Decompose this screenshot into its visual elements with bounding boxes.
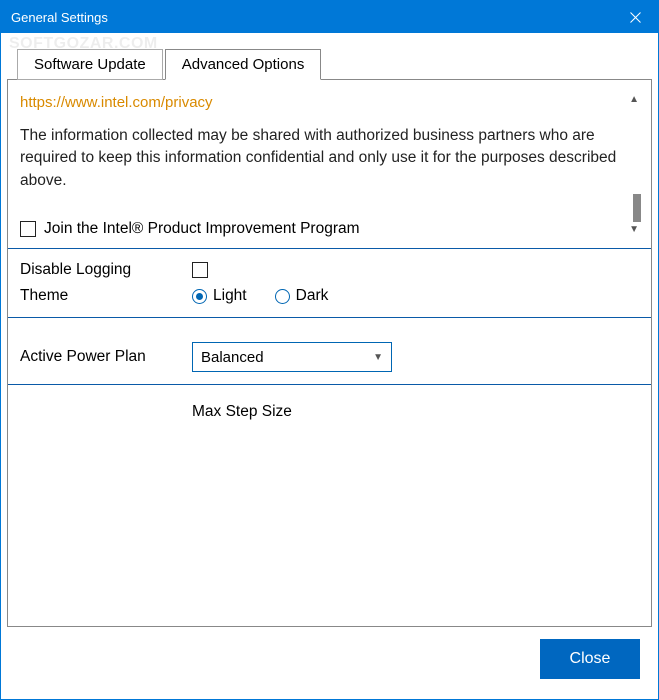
close-icon xyxy=(630,12,641,23)
scroll-thumb[interactable] xyxy=(633,194,641,222)
scrollable-info-area: ▲ ▼ https://www.intel.com/privacy The in… xyxy=(20,94,639,218)
tab-panel-advanced: ▲ ▼ https://www.intel.com/privacy The in… xyxy=(7,79,652,627)
power-plan-value: Balanced xyxy=(201,349,264,366)
window-title: General Settings xyxy=(11,10,108,25)
tab-advanced-options[interactable]: Advanced Options xyxy=(165,49,322,80)
scroll-down-arrow[interactable]: ▼ xyxy=(629,224,639,235)
theme-light-radio[interactable] xyxy=(192,289,207,304)
theme-light-option[interactable]: Light xyxy=(192,287,247,305)
disable-logging-label: Disable Logging xyxy=(20,261,192,279)
scroll-up-arrow[interactable]: ▲ xyxy=(629,94,639,105)
tab-container: Software Update Advanced Options ▲ ▼ htt… xyxy=(7,49,652,627)
theme-radio-group: Light Dark xyxy=(192,287,328,305)
titlebar: General Settings xyxy=(1,1,658,33)
section-divider xyxy=(8,317,651,318)
theme-dark-option[interactable]: Dark xyxy=(275,287,329,305)
join-program-checkbox[interactable] xyxy=(20,221,36,237)
join-program-row: Join the Intel® Product Improvement Prog… xyxy=(20,218,639,240)
power-plan-label: Active Power Plan xyxy=(20,348,192,366)
max-step-size-label: Max Step Size xyxy=(192,403,639,421)
disable-logging-row: Disable Logging xyxy=(20,257,639,283)
footer: Close xyxy=(7,627,652,691)
power-plan-dropdown[interactable]: Balanced ▼ xyxy=(192,342,392,372)
chevron-down-icon: ▼ xyxy=(373,352,383,363)
section-divider xyxy=(8,248,651,249)
window-close-button[interactable] xyxy=(612,1,658,33)
privacy-link[interactable]: https://www.intel.com/privacy xyxy=(20,94,213,111)
tabs-row: Software Update Advanced Options xyxy=(17,49,652,80)
theme-label: Theme xyxy=(20,287,192,305)
theme-row: Theme Light Dark xyxy=(20,283,639,309)
settings-window: General Settings SOFTGOZAR.COM Software … xyxy=(0,0,659,700)
join-program-label: Join the Intel® Product Improvement Prog… xyxy=(44,220,360,238)
tab-software-update[interactable]: Software Update xyxy=(17,49,163,80)
theme-dark-radio[interactable] xyxy=(275,289,290,304)
power-plan-row: Active Power Plan Balanced ▼ xyxy=(20,338,639,376)
theme-light-label: Light xyxy=(213,287,247,305)
tab-label: Software Update xyxy=(34,56,146,73)
info-paragraph: The information collected may be shared … xyxy=(20,125,621,192)
disable-logging-checkbox[interactable] xyxy=(192,262,208,278)
section-divider xyxy=(8,384,651,385)
theme-dark-label: Dark xyxy=(296,287,329,305)
tab-label: Advanced Options xyxy=(182,56,305,73)
close-button[interactable]: Close xyxy=(540,639,640,679)
window-content: SOFTGOZAR.COM Software Update Advanced O… xyxy=(1,33,658,699)
